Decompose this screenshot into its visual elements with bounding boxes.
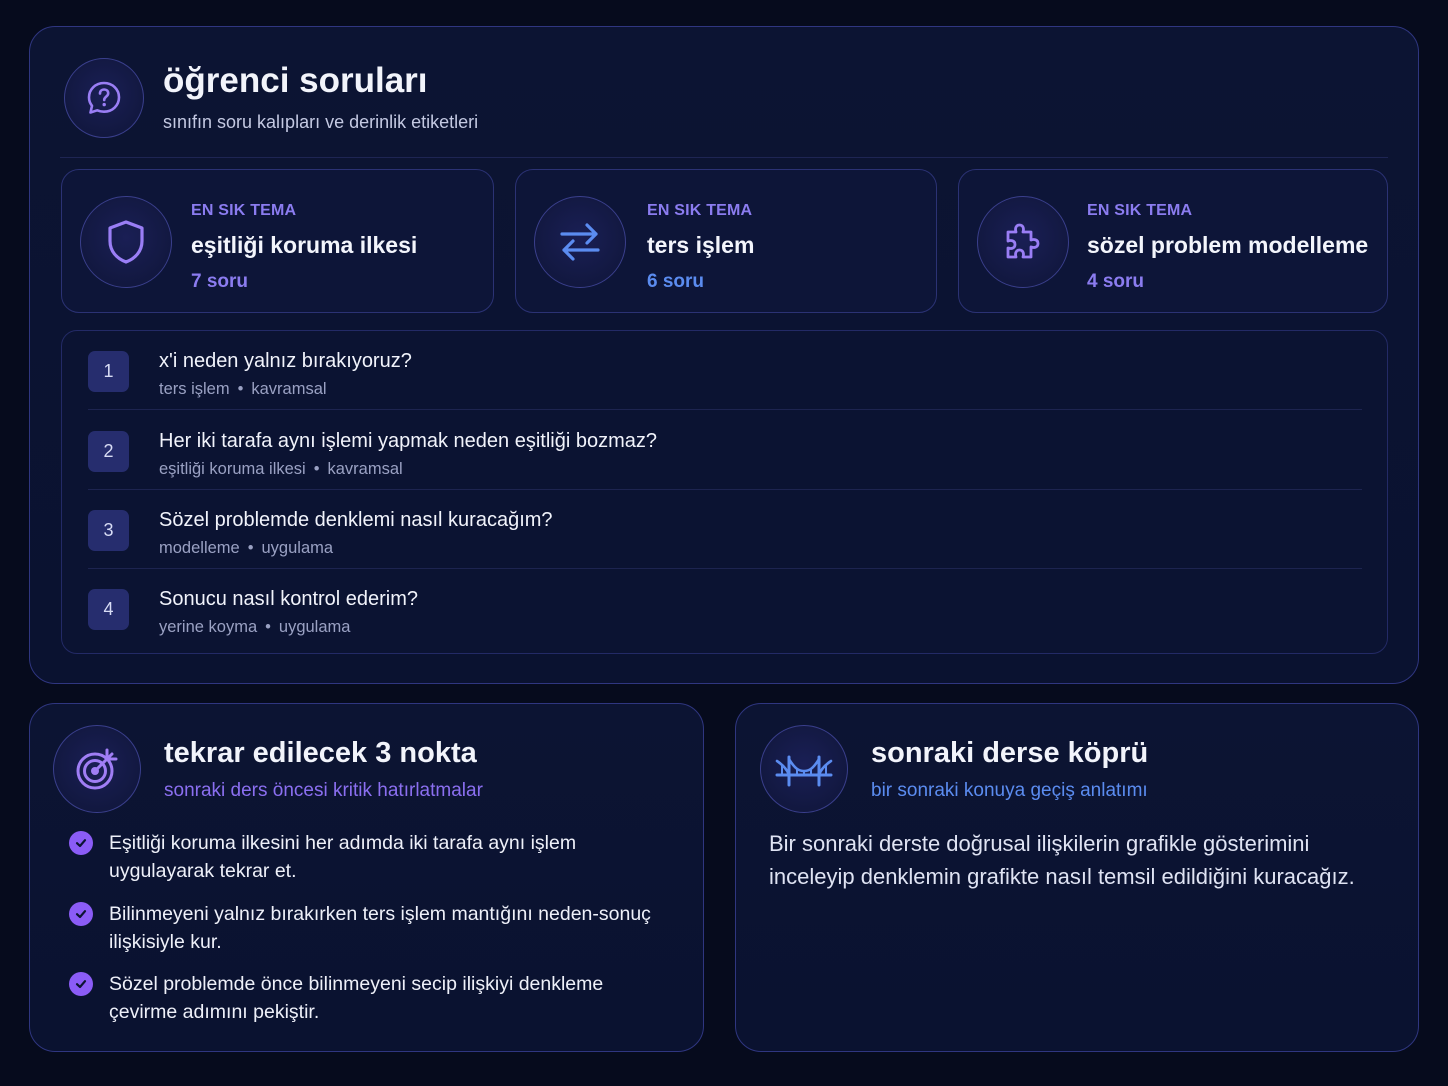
check-circle-icon <box>69 972 93 996</box>
question-tag: ters işlem <box>159 380 230 398</box>
question-text: Sözel problemde denklemi nasıl kuracağım… <box>159 509 553 531</box>
bridge-subtitle: bir sonraki konuya geçiş anlatımı <box>871 780 1148 801</box>
review-item-text: Eşitliği koruma ilkesini her adımda iki … <box>109 832 577 882</box>
swap-arrows-icon <box>560 223 600 261</box>
theme-label: EN SIK TEMA <box>647 202 753 219</box>
puzzle-icon <box>1006 223 1040 259</box>
question-tags: eşitliği koruma ilkesi • kavramsal <box>159 460 403 479</box>
theme-label: EN SIK TEMA <box>191 202 297 219</box>
question-bubble-icon <box>87 81 121 114</box>
question-tag: kavramsal <box>327 460 403 478</box>
question-text: Sonucu nasıl kontrol ederim? <box>159 588 419 610</box>
question-number: 3 <box>88 510 129 551</box>
student-questions-panel: öğrenci soruları sınıfın soru kalıpları … <box>29 26 1419 684</box>
review-item-text: Sözel problemde önce bilinmeyeni secip i… <box>109 973 604 1023</box>
question-number: 1 <box>88 351 129 392</box>
check-circle-icon <box>69 831 93 855</box>
theme-card-equality: EN SIK TEMA eşitliği koruma ilkesi 7 sor… <box>61 169 494 313</box>
tag-separator: • <box>265 618 271 636</box>
check-circle-icon <box>69 902 93 926</box>
list-item[interactable]: 2 Her iki tarafa aynı işlemi yapmak nede… <box>88 411 1362 490</box>
theme-name: sözel problem modelleme <box>1087 232 1369 258</box>
theme-name: eşitliği koruma ilkesi <box>191 232 418 258</box>
question-tags: modelleme • uygulama <box>159 539 333 558</box>
review-title: tekrar edilecek 3 nokta <box>164 737 477 769</box>
tag-separator: • <box>237 380 244 398</box>
next-lesson-bridge-panel: sonraki derse köprü bir sonraki konuya g… <box>735 703 1419 1052</box>
page-subtitle: sınıfın soru kalıpları ve derinlik etike… <box>163 112 479 132</box>
theme-icon-circle <box>80 196 172 288</box>
theme-count: 4 soru <box>1087 271 1145 292</box>
question-tags: ters işlem • kavramsal <box>159 380 327 399</box>
bridge-icon <box>775 755 833 787</box>
theme-count: 7 soru <box>191 271 249 292</box>
question-tags: yerine koyma • uygulama <box>159 618 350 637</box>
tag-separator: • <box>247 539 254 557</box>
review-points-panel: tekrar edilecek 3 nokta sonraki ders önc… <box>29 703 704 1052</box>
theme-name: ters işlem <box>647 232 755 258</box>
review-icon-circle <box>53 725 141 813</box>
theme-icon-circle <box>977 196 1069 288</box>
theme-card-inverse: EN SIK TEMA ters işlem 6 soru <box>515 169 937 313</box>
question-list: 1 x'i neden yalnız bırakıyoruz? ters işl… <box>61 330 1388 654</box>
shield-icon <box>108 220 144 264</box>
bridge-title: sonraki derse köprü <box>871 737 1149 769</box>
header-icon-circle <box>64 58 144 138</box>
question-number: 4 <box>88 589 129 630</box>
bridge-icon-circle <box>760 725 848 813</box>
theme-label: EN SIK TEMA <box>1087 202 1193 219</box>
target-icon <box>76 748 118 790</box>
question-tag: yerine koyma <box>159 618 258 636</box>
question-tag: uygulama <box>261 539 334 557</box>
review-subtitle: sonraki ders öncesi kritik hatırlatmalar <box>164 780 483 801</box>
page-title: öğrenci soruları <box>163 61 428 100</box>
list-item[interactable]: 3 Sözel problemde denklemi nasıl kuracağ… <box>88 490 1362 569</box>
question-text: Her iki tarafa aynı işlemi yapmak neden … <box>159 430 657 452</box>
theme-count: 6 soru <box>647 271 705 292</box>
tag-separator: • <box>313 460 320 478</box>
review-item-text: Bilinmeyeni yalnız bırakırken ters işlem… <box>109 903 651 953</box>
theme-icon-circle <box>534 196 626 288</box>
question-tag: uygulama <box>278 618 351 636</box>
question-tag: eşitliği koruma ilkesi <box>159 460 306 478</box>
bridge-description: Bir sonraki derste doğrusal ilişkilerin … <box>769 831 1355 889</box>
question-text: x'i neden yalnız bırakıyoruz? <box>159 350 412 372</box>
question-tag: modelleme <box>159 539 240 557</box>
list-item[interactable]: 1 x'i neden yalnız bırakıyoruz? ters işl… <box>88 331 1362 410</box>
question-tag: kavramsal <box>251 380 327 398</box>
list-item[interactable]: 4 Sonucu nasıl kontrol ederim? yerine ko… <box>88 569 1362 648</box>
theme-card-word-problem: EN SIK TEMA sözel problem modelleme 4 so… <box>958 169 1388 313</box>
question-number: 2 <box>88 431 129 472</box>
header-divider <box>60 157 1388 158</box>
